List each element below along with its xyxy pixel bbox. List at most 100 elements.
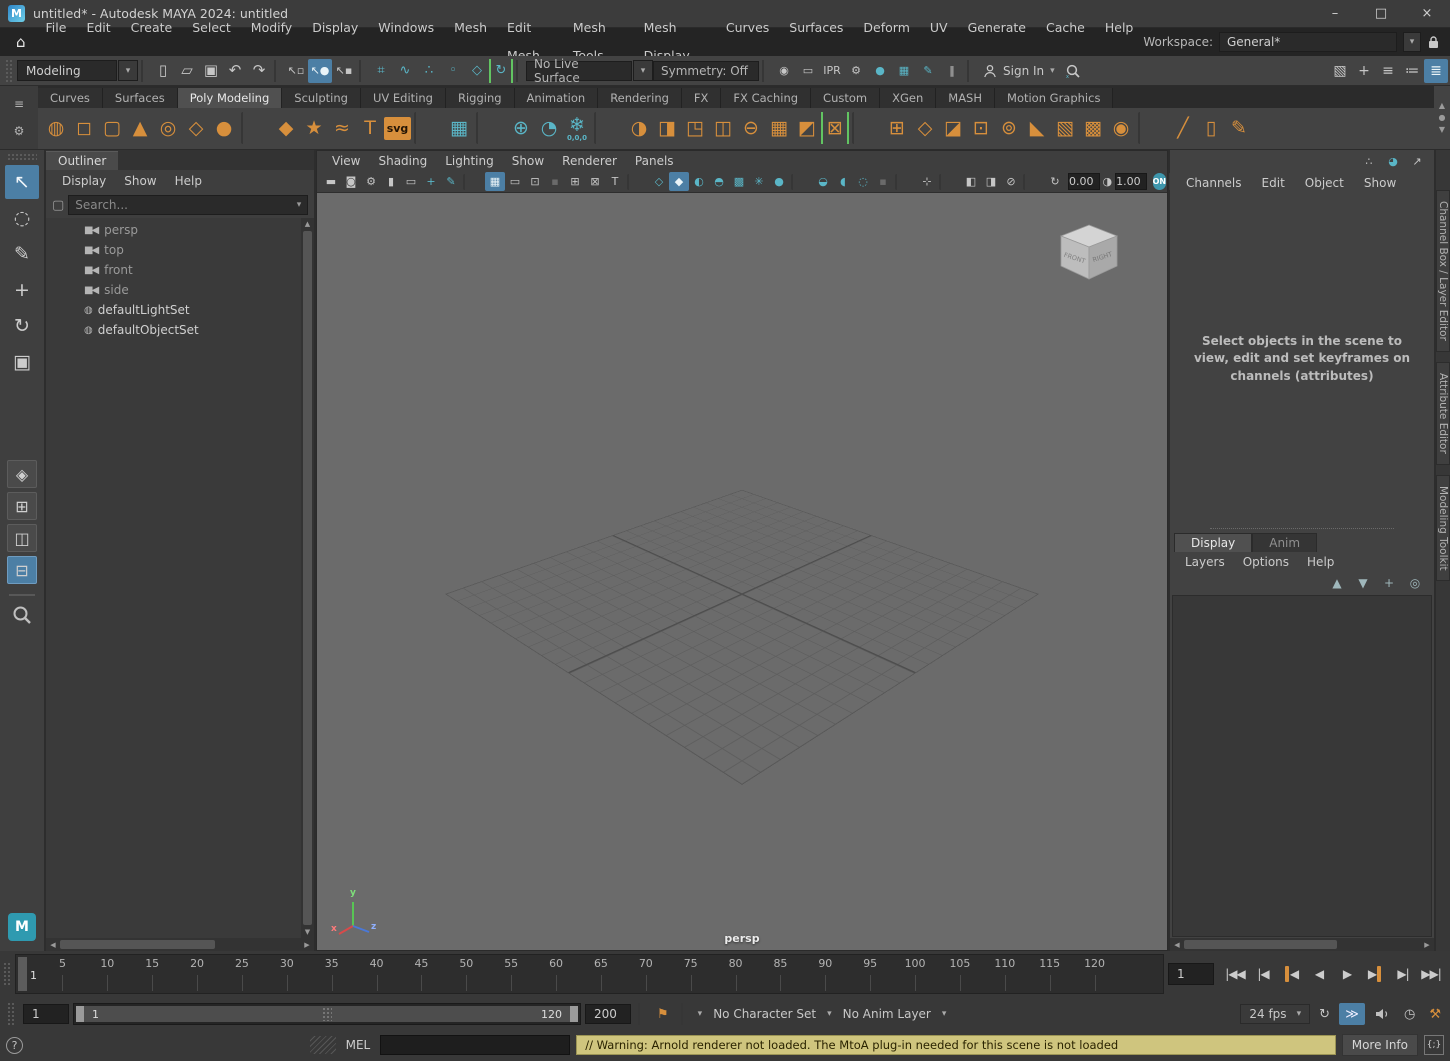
shelf-tab-xgen[interactable]: XGen [880, 88, 936, 108]
layers-menu-options[interactable]: Options [1234, 555, 1298, 569]
hyperbolic-curve-icon[interactable]: ↗ [1408, 152, 1426, 170]
anim-layer-arrow[interactable]: ▾ [939, 1009, 950, 1019]
range-bar[interactable]: 1 120 [76, 1006, 578, 1022]
maximize-button[interactable]: □ [1358, 0, 1404, 27]
move-layer-up-icon[interactable]: ▲ [1328, 574, 1346, 592]
tool-settings-toggle-icon[interactable]: ≔ [1400, 59, 1424, 83]
loop-playback-icon[interactable]: ↻ [1314, 1003, 1335, 1025]
outliner-item-top[interactable]: ■◀ top [46, 240, 301, 260]
layer-tab-anim[interactable]: Anim [1252, 533, 1317, 552]
group-grip[interactable] [5, 59, 14, 83]
poly-disc-icon[interactable]: ● [210, 112, 238, 144]
film-gate-icon[interactable]: ▭ [505, 172, 525, 191]
shelf-gear-icon[interactable]: ⚙ [9, 122, 29, 140]
ao-icon[interactable]: ◒ [813, 172, 833, 191]
help-icon[interactable]: ? [6, 1037, 23, 1054]
layout-single-pane[interactable]: ◈ [7, 460, 37, 488]
scroll-left-icon[interactable]: ◀ [46, 941, 60, 949]
scroll-down-icon[interactable]: ▼ [305, 926, 310, 938]
menu-set-select[interactable]: Modeling [17, 60, 117, 81]
launch-application-icon[interactable]: ✎ [916, 59, 940, 83]
layout-four-pane[interactable]: ⊞ [7, 492, 37, 520]
crease-tool-icon[interactable]: ╱ [1169, 112, 1197, 144]
safe-action-icon[interactable]: ⊠ [585, 172, 605, 191]
outliner-item-defaultobjectset[interactable]: ◍ defaultObjectSet [46, 320, 301, 340]
render-frame-icon[interactable]: ▭ [796, 59, 820, 83]
minimize-button[interactable]: – [1312, 0, 1358, 27]
live-surface-arrow[interactable]: ▾ [633, 60, 653, 81]
merge-vertices-icon[interactable]: ⊡ [967, 112, 995, 144]
bookmark-icon[interactable]: ⚑ [652, 1003, 674, 1025]
select-tool[interactable]: ↖ [5, 165, 39, 199]
step-back-frame-button[interactable]: |◀ [1250, 961, 1276, 987]
ipr-render-icon[interactable]: IPR [820, 59, 844, 83]
snap-grid-icon[interactable]: ⌗ [369, 59, 393, 83]
play-backwards-button[interactable]: ◀ [1306, 961, 1332, 987]
poly-cylinder-icon[interactable]: ▢ [98, 112, 126, 144]
select-hierarchy-icon[interactable]: ↖▫ [284, 59, 308, 83]
grease-pencil-icon[interactable]: ✎ [441, 172, 461, 191]
view-cube[interactable]: FRONT RIGHT [1053, 221, 1125, 290]
animation-preferences-icon[interactable]: ◷ [1399, 1003, 1420, 1025]
panel-menu-show[interactable]: Show [503, 154, 553, 168]
shelf-scroll-down-icon[interactable]: ▼ [1439, 125, 1445, 134]
panel-menu-lighting[interactable]: Lighting [436, 154, 503, 168]
menu-set-arrow[interactable]: ▾ [118, 60, 138, 81]
quad-pen-icon[interactable]: ✎ [1225, 112, 1253, 144]
hypershade-icon[interactable]: ● [868, 59, 892, 83]
layer-list[interactable] [1172, 595, 1432, 937]
sidetab-attribute-editor[interactable]: Attribute Editor [1436, 362, 1450, 465]
resize-grip[interactable] [310, 1036, 336, 1054]
outliner-vertical-scrollbar[interactable]: ▲ ▼ [301, 218, 314, 938]
field-chart-icon[interactable]: ⊞ [565, 172, 585, 191]
sidetab-modeling-toolkit[interactable]: Modeling Toolkit [1436, 475, 1450, 582]
panel-menu-shading[interactable]: Shading [369, 154, 436, 168]
character-controls-toggle-icon[interactable]: + [1352, 59, 1376, 83]
lasso-tool[interactable]: ◌ [5, 201, 39, 235]
render-region-icon[interactable]: ▪ [873, 172, 893, 191]
shelf-scroll-handle[interactable]: ● [1439, 113, 1446, 122]
workspace-select[interactable]: General* [1219, 32, 1397, 52]
manip-speed-icon[interactable]: ◕ [1384, 152, 1402, 170]
character-set-menu-arrow[interactable]: ▾ [695, 1009, 706, 1019]
outliner-menu-help[interactable]: Help [167, 174, 210, 188]
shelf-scroll-up-icon[interactable]: ▲ [1439, 101, 1445, 110]
fps-select[interactable]: 24 fps ▾ [1240, 1004, 1310, 1024]
mute-icon[interactable] [1369, 1003, 1395, 1025]
poly-sphere-icon[interactable]: ◍ [42, 112, 70, 144]
make-live-icon[interactable]: ↻ [489, 59, 513, 83]
home-icon[interactable]: ⌂ [6, 33, 36, 51]
step-back-key-button[interactable]: ◀ [1278, 961, 1304, 987]
lights-icon[interactable]: ✳ [749, 172, 769, 191]
go-to-start-button[interactable]: |◀◀ [1222, 961, 1248, 987]
sidetab-channel-box[interactable]: Channel Box / Layer Editor [1436, 190, 1450, 352]
paint-select-tool[interactable]: ✎ [5, 237, 39, 271]
channelbox-menu-show[interactable]: Show [1354, 176, 1406, 190]
snap-point-icon[interactable]: ∴ [417, 59, 441, 83]
panel-menu-renderer[interactable]: Renderer [553, 154, 626, 168]
grid-toggle-icon[interactable]: ▦ [485, 172, 505, 191]
camera-attributes-icon[interactable]: ⚙ [361, 172, 381, 191]
animation-start-field[interactable]: 1 [23, 1004, 69, 1024]
redo-icon[interactable]: ↷ [247, 59, 271, 83]
workspace-dropdown-arrow[interactable]: ▾ [1403, 32, 1421, 52]
user-avatar[interactable]: M [8, 913, 36, 941]
extract-icon[interactable]: ◳ [681, 112, 709, 144]
bookmark-icon[interactable]: ▮ [381, 172, 401, 191]
undo-icon[interactable]: ↶ [223, 59, 247, 83]
open-scene-icon[interactable]: ▱ [175, 59, 199, 83]
command-language-toggle[interactable]: MEL [342, 1038, 375, 1052]
poly-platonic-icon[interactable]: ◆ [272, 112, 300, 144]
poly-type-icon[interactable]: T [356, 112, 384, 144]
select-component-icon[interactable]: ↖▪ [332, 59, 356, 83]
warning-message[interactable]: // Warning: Arnold renderer not loaded. … [576, 1035, 1335, 1055]
wireframe-icon[interactable]: ◇ [649, 172, 669, 191]
pause-viewport-icon[interactable]: ‖ [940, 59, 964, 83]
script-editor-icon[interactable]: {;} [1424, 1035, 1444, 1055]
shelf-tab-rendering[interactable]: Rendering [598, 88, 682, 108]
separate-icon[interactable]: ◨ [653, 112, 681, 144]
new-scene-icon[interactable]: ▯ [151, 59, 175, 83]
shelf-tab-poly-modeling[interactable]: Poly Modeling [178, 88, 283, 108]
poly-plane-icon[interactable]: ◇ [182, 112, 210, 144]
combine-icon[interactable]: ◑ [625, 112, 653, 144]
